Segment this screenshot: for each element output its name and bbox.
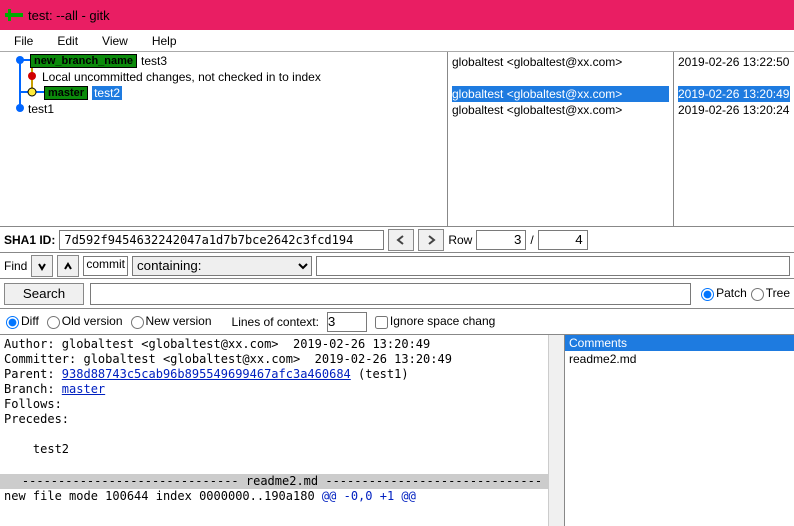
diff-radio[interactable] xyxy=(6,316,19,329)
ignore-space-label[interactable]: Ignore space chang xyxy=(375,314,495,328)
find-down-button[interactable] xyxy=(31,255,53,277)
app-icon xyxy=(4,5,24,25)
row-label: Row xyxy=(448,233,472,247)
menu-edit[interactable]: Edit xyxy=(45,30,90,51)
diff-radio-label[interactable]: Diff xyxy=(6,314,39,328)
date-row: 2019-02-26 13:20:24 xyxy=(678,102,790,118)
menu-file[interactable]: File xyxy=(2,30,45,51)
diff-file-separator: ------------------------------ readme2.m… xyxy=(0,474,564,489)
graph-panel[interactable]: new_branch_name test3 Local uncommitted … xyxy=(0,52,448,226)
date-row xyxy=(678,70,790,86)
sha-bar: SHA1 ID: Row / xyxy=(0,227,794,253)
menu-bar: File Edit View Help xyxy=(0,30,794,52)
file-list-header: Comments xyxy=(565,335,794,351)
menu-view[interactable]: View xyxy=(90,30,140,51)
sha-label: SHA1 ID: xyxy=(4,233,55,247)
search-input[interactable] xyxy=(90,283,691,305)
branch-link[interactable]: master xyxy=(62,382,105,396)
author-panel[interactable]: globaltest <globaltest@xx.com> globaltes… xyxy=(448,52,674,226)
ignore-space-checkbox[interactable] xyxy=(375,316,388,329)
row-total-input[interactable] xyxy=(538,230,588,250)
search-bar: Search Patch Tree xyxy=(0,279,794,309)
commit-row[interactable]: test1 xyxy=(28,101,54,117)
file-list-panel[interactable]: Comments readme2.md xyxy=(565,335,794,526)
author-row: globaltest <globaltest@xx.com> xyxy=(452,54,669,70)
window-title: test: --all - gitk xyxy=(28,8,110,23)
patch-radio[interactable] xyxy=(701,288,714,301)
row-separator: / xyxy=(530,233,533,247)
author-row: globaltest <globaltest@xx.com> xyxy=(452,86,669,102)
bottom-area: Author: globaltest <globaltest@xx.com> 2… xyxy=(0,335,794,526)
options-bar: Diff Old version New version Lines of co… xyxy=(0,309,794,335)
find-bar: Find commit containing: xyxy=(0,253,794,279)
detail-panel[interactable]: Author: globaltest <globaltest@xx.com> 2… xyxy=(0,335,565,526)
tree-radio-label[interactable]: Tree xyxy=(751,286,790,300)
old-version-radio-label[interactable]: Old version xyxy=(47,314,123,328)
commit-message: Local uncommitted changes, not checked i… xyxy=(42,70,321,84)
row-current-input[interactable] xyxy=(476,230,526,250)
arrow-up-icon xyxy=(63,261,73,271)
commit-detail-text: Author: globaltest <globaltest@xx.com> 2… xyxy=(0,335,564,474)
detail-scrollbar[interactable] xyxy=(548,335,564,526)
new-version-radio-label[interactable]: New version xyxy=(131,314,212,328)
date-row: 2019-02-26 13:20:49 xyxy=(678,86,790,102)
author-row xyxy=(452,70,669,86)
view-mode-group: Patch Tree xyxy=(701,286,790,300)
date-row: 2019-02-26 13:22:50 xyxy=(678,54,790,70)
nav-back-button[interactable] xyxy=(388,229,414,251)
find-type-select[interactable]: commit xyxy=(83,256,128,276)
lines-label: Lines of context: xyxy=(232,315,319,329)
commit-list-area: new_branch_name test3 Local uncommitted … xyxy=(0,52,794,227)
lines-spinner[interactable] xyxy=(327,312,367,332)
find-input[interactable] xyxy=(316,256,790,276)
commit-message: test1 xyxy=(28,102,54,116)
branch-tag: new_branch_name xyxy=(30,54,137,68)
title-bar: test: --all - gitk xyxy=(0,0,794,30)
commit-message: test2 xyxy=(92,86,122,100)
date-panel[interactable]: 2019-02-26 13:22:50 2019-02-26 13:20:49 … xyxy=(674,52,794,226)
find-up-button[interactable] xyxy=(57,255,79,277)
nav-forward-button[interactable] xyxy=(418,229,444,251)
arrow-down-icon xyxy=(37,261,47,271)
commit-row[interactable]: new_branch_name test3 xyxy=(30,53,167,69)
sha-input[interactable] xyxy=(59,230,384,250)
file-list-item[interactable]: readme2.md xyxy=(565,351,794,367)
parent-hash-link[interactable]: 938d88743c5cab96b895549699467afc3a460684 xyxy=(62,367,351,381)
commit-message: test3 xyxy=(141,54,167,68)
diff-body: new file mode 100644 index 0000000..190a… xyxy=(0,489,564,504)
patch-radio-label[interactable]: Patch xyxy=(701,286,747,300)
arrow-left-icon xyxy=(395,234,407,246)
commit-row[interactable]: master test2 xyxy=(44,85,122,101)
author-row: globaltest <globaltest@xx.com> xyxy=(452,102,669,118)
menu-help[interactable]: Help xyxy=(140,30,189,51)
find-mode-select[interactable]: containing: xyxy=(132,256,312,276)
search-button[interactable]: Search xyxy=(4,283,84,305)
new-version-radio[interactable] xyxy=(131,316,144,329)
commit-row[interactable]: Local uncommitted changes, not checked i… xyxy=(42,69,321,85)
branch-tag: master xyxy=(44,86,88,100)
tree-radio[interactable] xyxy=(751,288,764,301)
old-version-radio[interactable] xyxy=(47,316,60,329)
find-label: Find xyxy=(4,259,27,273)
arrow-right-icon xyxy=(425,234,437,246)
